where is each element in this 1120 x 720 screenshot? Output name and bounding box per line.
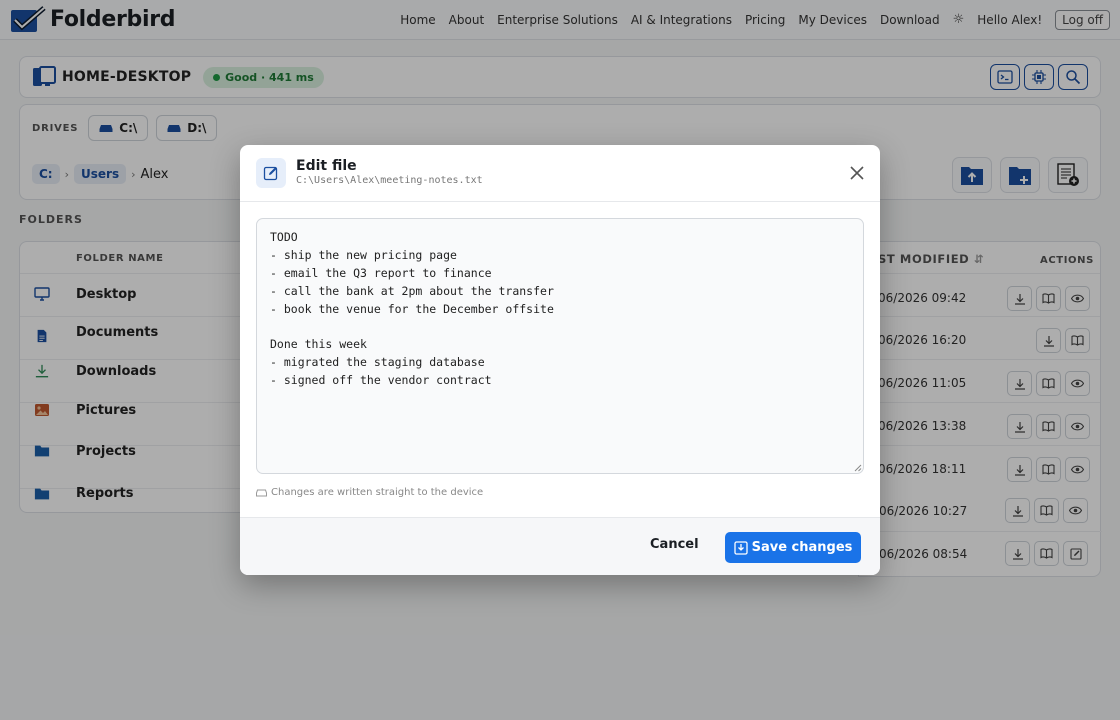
cancel-button[interactable]: Cancel: [650, 537, 699, 552]
edit-icon: [256, 158, 286, 188]
save-changes-button[interactable]: Save changes: [725, 532, 861, 563]
save-icon: [733, 540, 748, 555]
dialog-title: Edit file: [296, 158, 357, 174]
file-path: C:\Users\Alex\meeting-notes.txt: [296, 175, 483, 186]
resize-handle-icon[interactable]: [854, 464, 862, 472]
save-note: Changes are written straight to the devi…: [256, 487, 483, 498]
dialog-footer: Cancel Save changes: [240, 517, 880, 575]
save-note-text: Changes are written straight to the devi…: [271, 487, 484, 498]
save-changes-label: Save changes: [751, 540, 853, 555]
file-content-editor[interactable]: TODO - ship the new pricing page - email…: [256, 218, 864, 474]
drive-icon: [256, 489, 267, 496]
dialog-header: Edit file C:\Users\Alex\meeting-notes.tx…: [240, 145, 880, 202]
close-icon[interactable]: [848, 164, 866, 182]
edit-file-dialog: Edit file C:\Users\Alex\meeting-notes.tx…: [240, 145, 880, 575]
